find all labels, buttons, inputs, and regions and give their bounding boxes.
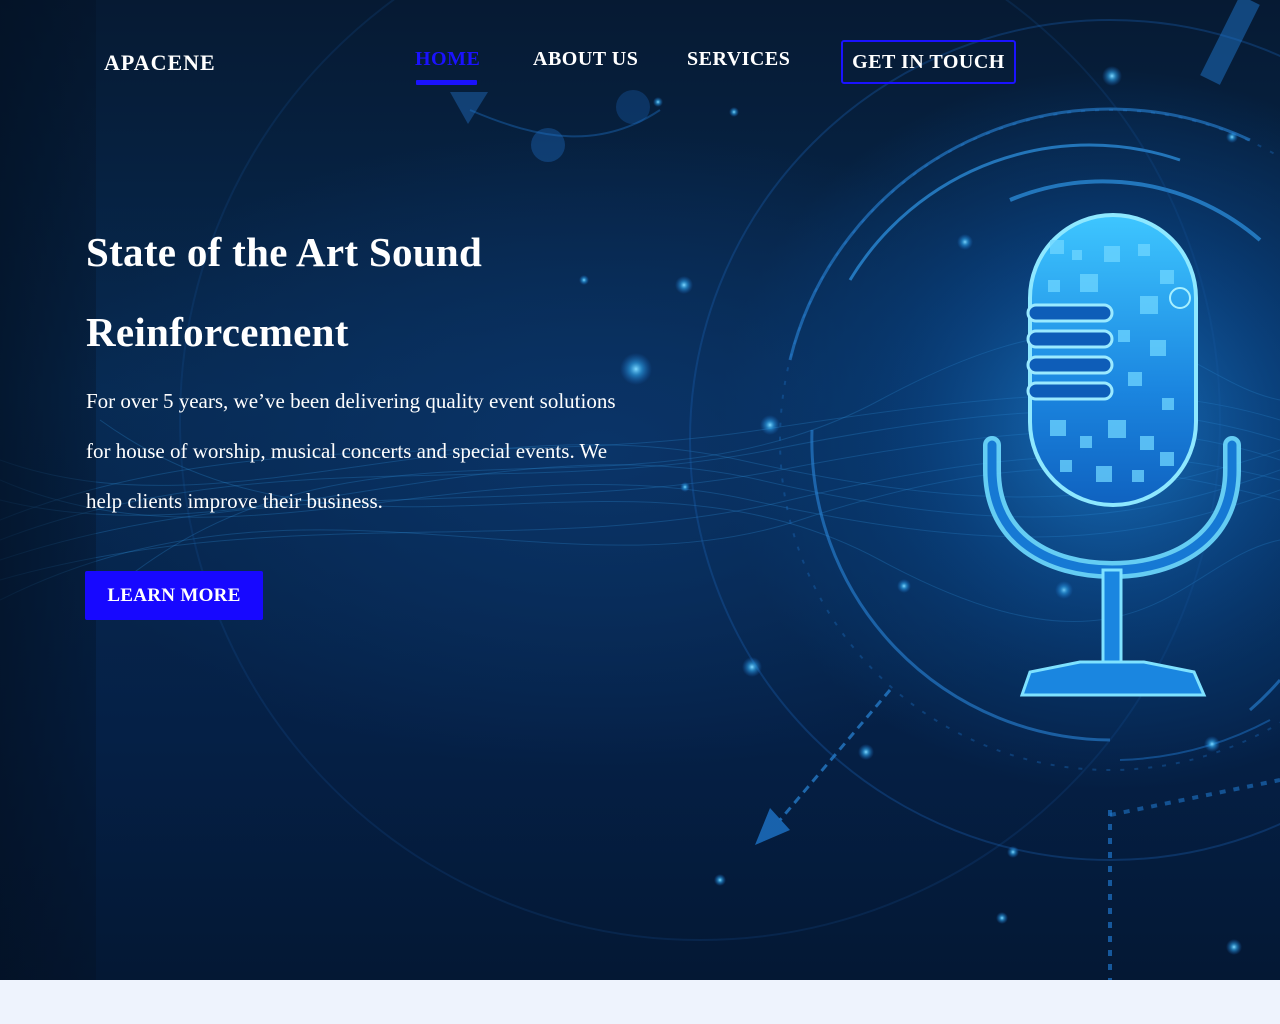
nav-item-home[interactable]: HOME: [415, 48, 480, 71]
learn-more-button[interactable]: LEARN MORE: [85, 571, 263, 620]
nav-active-indicator: [416, 80, 477, 85]
next-section-edge: [0, 980, 1280, 1024]
nav-item-about-us[interactable]: ABOUT US: [533, 48, 638, 71]
nav-item-services[interactable]: SERVICES: [687, 48, 790, 71]
hero-section: APACENE HOME ABOUT US SERVICES GET IN TO…: [0, 0, 1280, 980]
hero-headline: State of the Art Sound Reinforcement: [86, 229, 483, 355]
hero-description: For over 5 years, we’ve been delivering …: [86, 389, 616, 513]
microphone-icon: [850, 170, 1280, 697]
get-in-touch-button[interactable]: GET IN TOUCH: [841, 40, 1016, 84]
main-navigation: HOME ABOUT US SERVICES GET IN TOUCH: [0, 0, 1280, 100]
left-shade-overlay: [0, 0, 96, 980]
